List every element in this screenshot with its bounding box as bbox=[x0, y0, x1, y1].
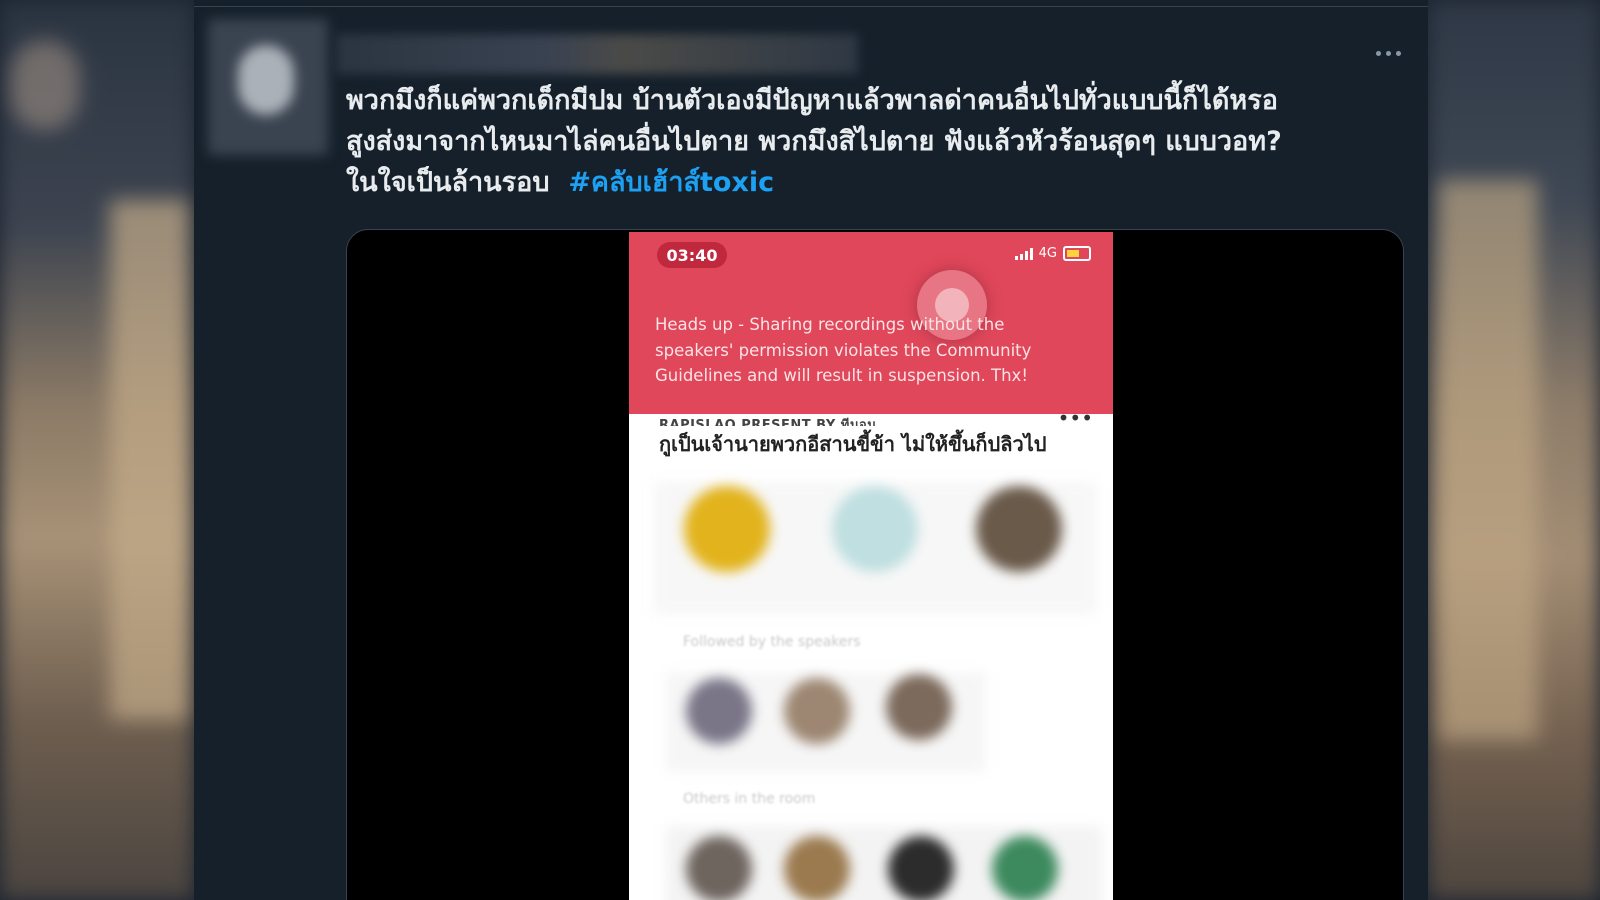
warning-text: Heads up - Sharing recordings without th… bbox=[655, 312, 1055, 389]
video-player[interactable]: 03:40 4G Heads up - Sharing recordings w… bbox=[346, 229, 1404, 900]
dot bbox=[1385, 50, 1391, 56]
followed-listeners-blurred bbox=[666, 672, 986, 772]
room-club-name: RAPISLAO PRESENT BY ทีมอน bbox=[659, 418, 877, 426]
tweet-text-line: สูงส่งมาจากไหนมาไล่คนอื่นไปตาย พวกมึงสิไ… bbox=[346, 126, 1282, 157]
tweet-text: พวกมึงก็แค่พวกเด็กมีปม บ้านตัวเองมีปัญหา… bbox=[346, 80, 1406, 203]
phone-screen-recording: 03:40 4G Heads up - Sharing recordings w… bbox=[629, 232, 1113, 900]
listener-avatar bbox=[992, 836, 1058, 900]
speaker-avatar bbox=[832, 486, 918, 572]
warning-line: Guidelines and will result in suspension… bbox=[655, 366, 1028, 385]
listener-avatar bbox=[888, 836, 954, 900]
battery-icon bbox=[1063, 246, 1091, 261]
blurred-background-left bbox=[0, 0, 194, 900]
blurred-background-right bbox=[1428, 0, 1600, 900]
listener-avatar bbox=[686, 836, 752, 900]
warning-line: speakers' permission violates the Commun… bbox=[655, 340, 1032, 360]
speaker-avatar bbox=[976, 486, 1062, 572]
tweet-text-fragment: ในใจเป็นล้านรอบ bbox=[346, 167, 550, 198]
signal-icon bbox=[1014, 247, 1033, 260]
listener-avatar bbox=[886, 674, 952, 740]
status-time: 03:40 bbox=[657, 242, 727, 268]
others-in-room-label: Others in the room bbox=[683, 791, 816, 807]
warning-line: Heads up - Sharing recordings without th… bbox=[655, 315, 1005, 334]
others-listeners-blurred bbox=[666, 826, 1102, 900]
listener-avatar bbox=[784, 678, 850, 744]
network-label: 4G bbox=[1038, 246, 1057, 261]
room-title: กูเป็นเจ้านายพวกอีสานขี้ข้า ไม่ให้ขึ้นก็… bbox=[659, 432, 1047, 456]
tweet-text-line: ในใจเป็นล้านรอบ #คลับเฮ้าส์toxic bbox=[346, 162, 1406, 203]
listener-avatar bbox=[686, 678, 752, 744]
warning-banner: 03:40 4G Heads up - Sharing recordings w… bbox=[629, 232, 1113, 414]
hashtag-link[interactable]: #คลับเฮ้าส์toxic bbox=[568, 167, 774, 198]
more-options-icon[interactable] bbox=[1368, 38, 1408, 68]
listener-avatar bbox=[784, 836, 850, 900]
author-name-blurred bbox=[336, 34, 858, 74]
room-more-icon: ••• bbox=[1057, 406, 1093, 430]
tweet-card: พวกมึงก็แค่พวกเด็กมีปม บ้านตัวเองมีปัญหา… bbox=[194, 0, 1428, 900]
avatar[interactable] bbox=[208, 19, 328, 155]
divider bbox=[194, 6, 1428, 7]
followed-by-label: Followed by the speakers bbox=[683, 634, 861, 650]
dot bbox=[1395, 50, 1401, 56]
dot bbox=[1375, 50, 1381, 56]
status-bar-icons: 4G bbox=[1014, 246, 1091, 261]
speakers-grid-blurred bbox=[654, 482, 1097, 614]
tweet-text-line: พวกมึงก็แค่พวกเด็กมีปม บ้านตัวเองมีปัญหา… bbox=[346, 85, 1278, 116]
speaker-avatar bbox=[684, 486, 770, 572]
